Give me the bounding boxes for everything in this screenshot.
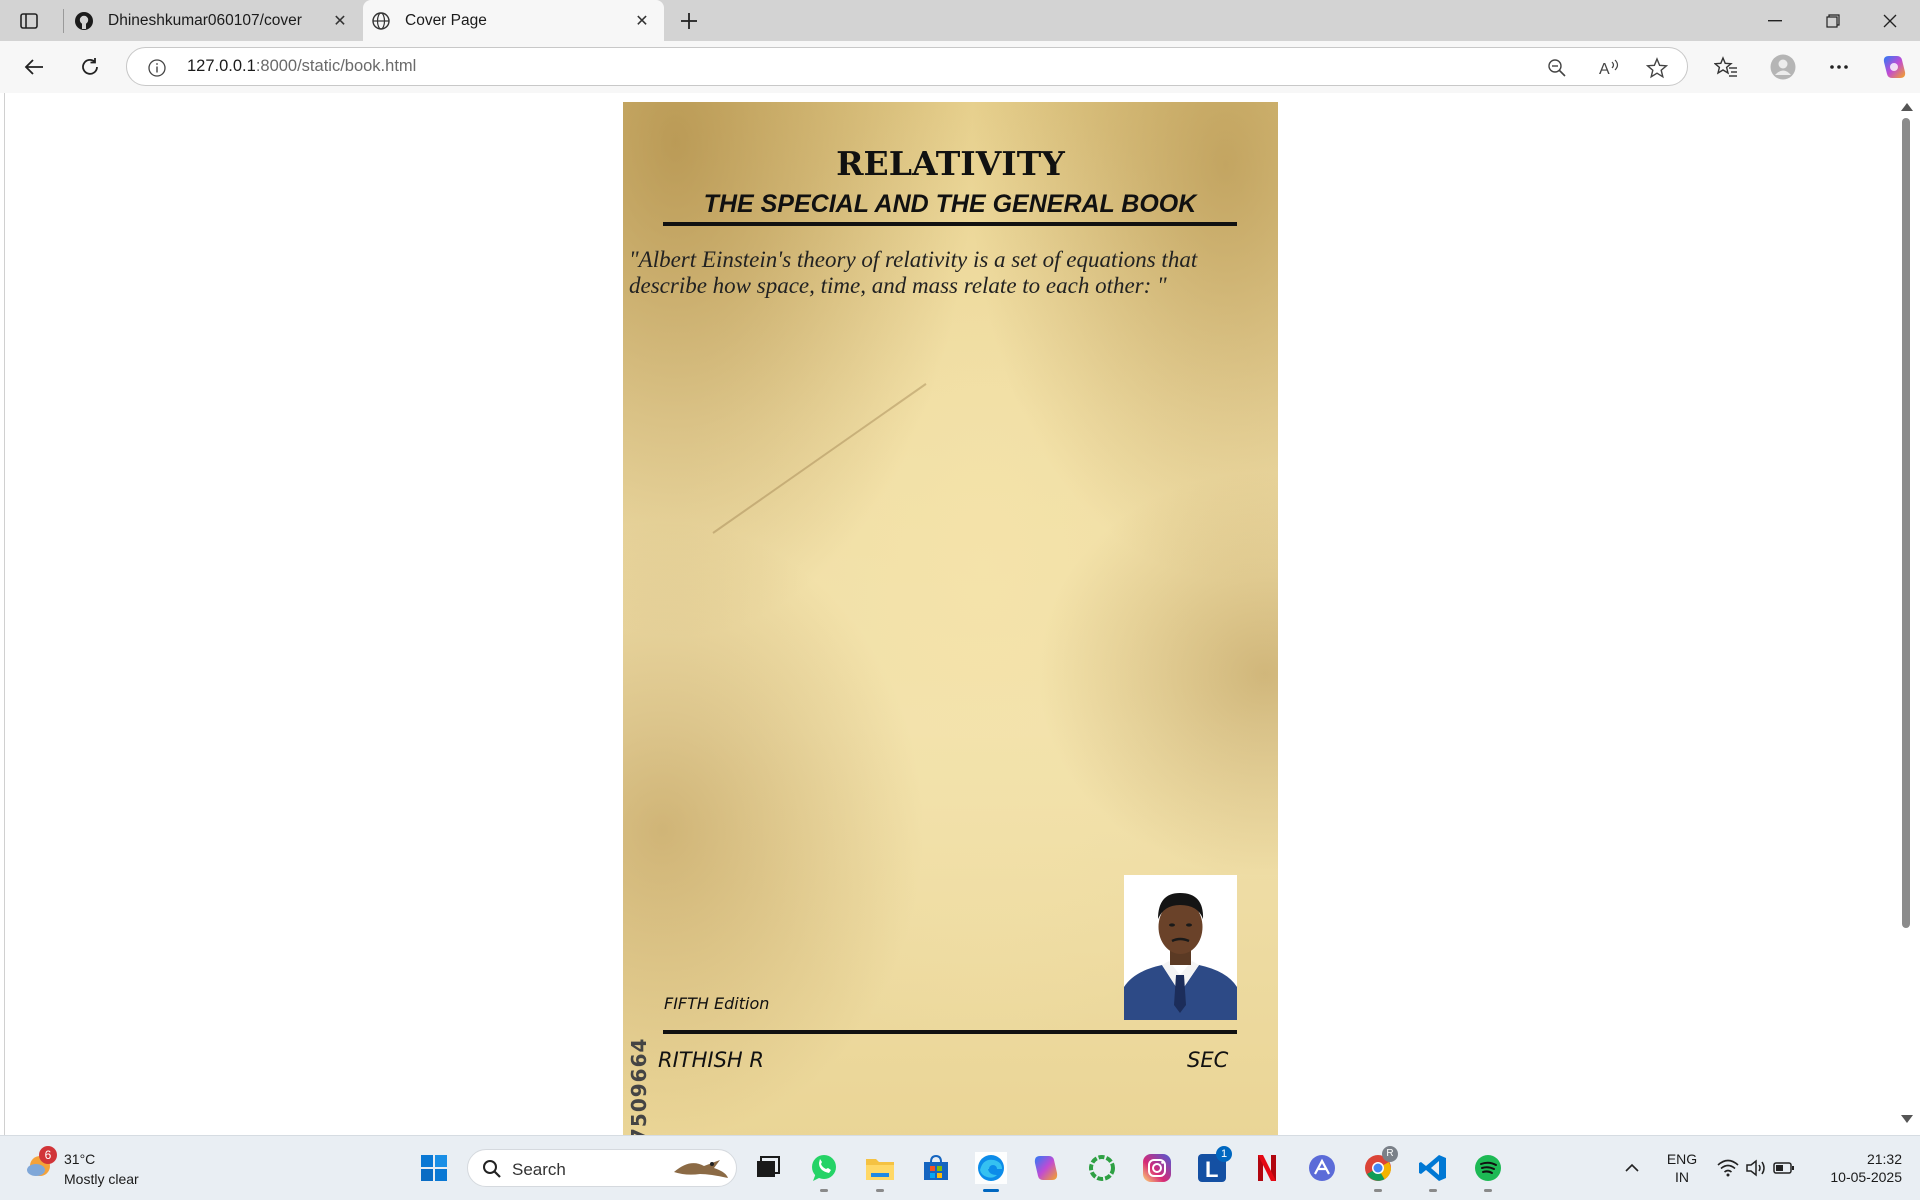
spotify-icon[interactable] bbox=[1472, 1152, 1504, 1192]
minimize-icon[interactable] bbox=[1752, 6, 1798, 36]
github-icon bbox=[74, 11, 94, 31]
tab-actions-icon[interactable] bbox=[18, 10, 40, 32]
back-arrow-icon[interactable] bbox=[20, 53, 48, 81]
scroll-down-arrow-icon[interactable] bbox=[1901, 1115, 1913, 1123]
author-photo bbox=[1124, 875, 1237, 1020]
file-explorer-icon[interactable] bbox=[864, 1152, 896, 1192]
favorite-star-icon[interactable] bbox=[1645, 56, 1669, 80]
book-title: RELATIVITY bbox=[836, 144, 1065, 183]
weather-condition[interactable]: Mostly clear bbox=[64, 1171, 139, 1187]
triangle-app-icon[interactable] bbox=[1306, 1152, 1338, 1184]
instagram-icon[interactable] bbox=[1141, 1152, 1173, 1184]
language-code: ENG bbox=[1666, 1151, 1698, 1167]
tab-title: Dhineshkumar060107/cover bbox=[108, 11, 302, 29]
browser-toolbar: 127.0.0.1:8000/static/book.html A bbox=[0, 41, 1920, 93]
svg-text:A: A bbox=[1599, 61, 1610, 78]
green-ring-app-icon[interactable] bbox=[1086, 1152, 1118, 1184]
more-options-icon[interactable] bbox=[1825, 53, 1853, 81]
author-name: RITHISH R bbox=[658, 1048, 764, 1072]
copilot-app-icon[interactable] bbox=[1030, 1152, 1062, 1184]
notification-badge: 1 bbox=[1216, 1146, 1232, 1162]
globe-icon bbox=[371, 11, 391, 31]
divider-line bbox=[663, 1030, 1237, 1034]
weather-badge: 6 bbox=[39, 1146, 57, 1164]
book-cover: RELATIVITY THE SPECIAL AND THE GENERAL B… bbox=[623, 102, 1278, 1135]
browser-tab-bar: Dhineshkumar060107/cover ✕ Cover Page ✕ bbox=[0, 0, 1920, 41]
clock-date: 10-05-2025 bbox=[1830, 1169, 1902, 1185]
publisher-name: SEC bbox=[1187, 1048, 1229, 1072]
vscode-icon[interactable] bbox=[1417, 1152, 1449, 1192]
tab-title: Cover Page bbox=[405, 11, 487, 29]
edge-browser-icon[interactable] bbox=[975, 1152, 1007, 1192]
language-region: IN bbox=[1675, 1169, 1689, 1185]
microsoft-store-icon[interactable] bbox=[920, 1152, 952, 1184]
battery-icon[interactable] bbox=[1768, 1152, 1800, 1184]
running-indicator bbox=[876, 1189, 884, 1192]
address-url[interactable]: 127.0.0.1:8000/static/book.html bbox=[187, 57, 416, 76]
search-label: Search bbox=[512, 1160, 566, 1179]
profile-badge: R bbox=[1382, 1146, 1398, 1162]
edition-label: FIFTH Edition bbox=[664, 994, 770, 1013]
running-indicator bbox=[1484, 1189, 1492, 1192]
search-highlight-bird-icon bbox=[670, 1154, 730, 1186]
refresh-icon[interactable] bbox=[76, 53, 104, 81]
tab-separator bbox=[63, 9, 64, 33]
new-tab-plus-icon[interactable] bbox=[676, 8, 702, 34]
restore-icon[interactable] bbox=[1810, 6, 1856, 36]
whatsapp-icon[interactable] bbox=[808, 1152, 840, 1192]
site-info-icon[interactable] bbox=[145, 56, 169, 80]
close-window-icon[interactable] bbox=[1867, 6, 1913, 36]
page-viewport: RELATIVITY THE SPECIAL AND THE GENERAL B… bbox=[5, 93, 1898, 1135]
l-app-icon[interactable]: L 1 bbox=[1196, 1146, 1232, 1184]
windows-start-icon[interactable] bbox=[418, 1152, 450, 1184]
url-host: 127.0.0.1 bbox=[187, 57, 256, 75]
weather-temperature[interactable]: 31°C bbox=[64, 1151, 95, 1167]
close-icon[interactable]: ✕ bbox=[328, 9, 352, 33]
scroll-up-arrow-icon[interactable] bbox=[1901, 103, 1913, 111]
chrome-icon[interactable]: R bbox=[1362, 1146, 1398, 1192]
copilot-icon[interactable] bbox=[1880, 53, 1908, 81]
profile-avatar-icon[interactable] bbox=[1769, 53, 1797, 81]
vertical-scrollbar[interactable] bbox=[1897, 93, 1915, 1135]
read-aloud-icon[interactable]: A bbox=[1597, 56, 1621, 80]
running-indicator bbox=[1374, 1189, 1382, 1192]
svg-text:L: L bbox=[1205, 1157, 1218, 1182]
system-clock[interactable]: 21:32 10-05-2025 bbox=[1810, 1150, 1902, 1186]
active-indicator bbox=[983, 1189, 999, 1192]
clock-time: 21:32 bbox=[1866, 1151, 1902, 1167]
search-icon bbox=[482, 1159, 502, 1183]
url-path: :8000/static/book.html bbox=[255, 57, 417, 75]
address-bar[interactable]: 127.0.0.1:8000/static/book.html A bbox=[126, 47, 1688, 86]
favorites-icon[interactable] bbox=[1712, 53, 1740, 81]
taskbar-search[interactable]: Search bbox=[467, 1149, 737, 1187]
running-indicator bbox=[1429, 1189, 1437, 1192]
windows-taskbar: 6 31°C Mostly clear Search L 1 R ENG IN … bbox=[0, 1135, 1920, 1200]
zoom-out-icon[interactable] bbox=[1545, 56, 1569, 80]
book-quote: "Albert Einstein's theory of relativity … bbox=[629, 247, 1198, 298]
running-indicator bbox=[820, 1189, 828, 1192]
book-subtitle: THE SPECIAL AND THE GENERAL BOOK bbox=[663, 190, 1237, 226]
show-hidden-icons-chevron-icon[interactable] bbox=[1616, 1152, 1648, 1184]
tab-cover-page[interactable]: Cover Page ✕ bbox=[363, 0, 664, 41]
tab-github[interactable]: Dhineshkumar060107/cover ✕ bbox=[66, 0, 362, 41]
input-language[interactable]: ENG IN bbox=[1664, 1150, 1700, 1186]
scrollbar-thumb[interactable] bbox=[1902, 118, 1910, 928]
book-code: 7509664 bbox=[627, 1037, 651, 1135]
task-view-icon[interactable] bbox=[752, 1152, 784, 1184]
close-icon[interactable]: ✕ bbox=[630, 9, 654, 33]
netflix-icon[interactable] bbox=[1251, 1152, 1283, 1184]
